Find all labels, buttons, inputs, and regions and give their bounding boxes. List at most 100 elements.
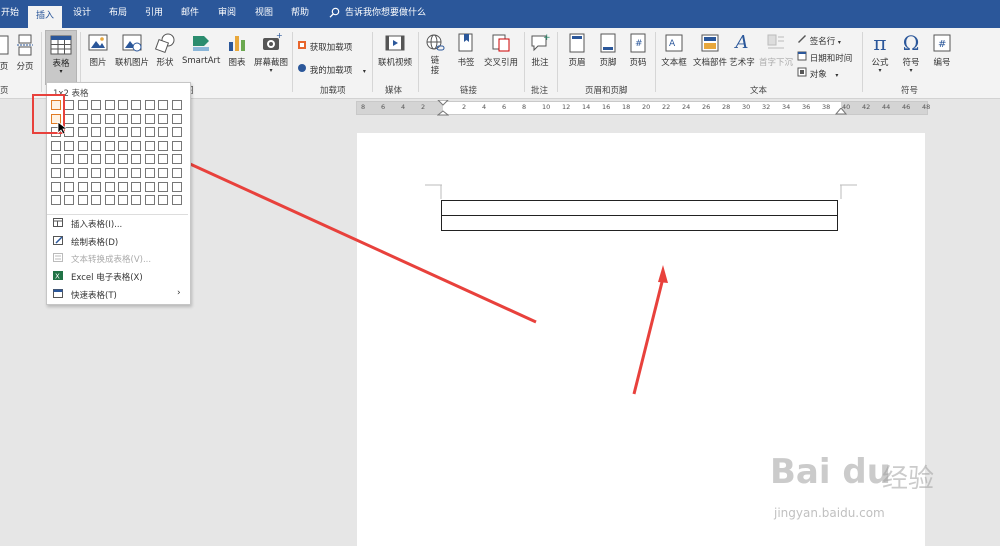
table-grid-cell[interactable]: [171, 181, 182, 192]
table-grid-cell[interactable]: [131, 168, 142, 178]
table-grid-cell[interactable]: [51, 195, 61, 206]
page-partial-button[interactable]: 页: [0, 32, 10, 72]
tab-insert[interactable]: 插入: [28, 6, 63, 28]
table-grid-cell[interactable]: [158, 181, 169, 192]
table-grid-cell[interactable]: [118, 100, 128, 110]
table-grid-cell[interactable]: [131, 127, 142, 138]
quick-tables-menu-item[interactable]: 快速表格(T) ›: [47, 286, 188, 302]
tab-design[interactable]: 设计: [73, 7, 91, 19]
table-grid-cell[interactable]: [158, 100, 169, 110]
table-grid-cell[interactable]: [131, 113, 142, 124]
table-grid-cell[interactable]: [91, 127, 102, 138]
new-comment-button[interactable]: + 批注: [528, 32, 552, 68]
right-indent-marker-icon[interactable]: [835, 108, 847, 116]
table-button[interactable]: 表格 ▾: [45, 30, 77, 85]
table-grid-cell[interactable]: [118, 113, 128, 124]
table-grid-cell[interactable]: [171, 140, 182, 151]
table-grid-cell[interactable]: [144, 127, 155, 138]
table-grid-picker[interactable]: [51, 100, 187, 212]
table-grid-cell[interactable]: [144, 181, 155, 192]
table-grid-cell[interactable]: [64, 154, 75, 165]
table-grid-cell[interactable]: [51, 181, 61, 192]
table-grid-cell[interactable]: [64, 168, 75, 178]
table-grid-cell[interactable]: [51, 140, 61, 151]
table-grid-cell[interactable]: [91, 181, 102, 192]
tab-layout[interactable]: 布局: [109, 7, 127, 19]
inserted-table[interactable]: [441, 200, 838, 231]
table-grid-cell[interactable]: [144, 168, 155, 178]
bookmark-button[interactable]: 书签: [454, 32, 478, 68]
table-grid-cell[interactable]: [77, 113, 88, 124]
header-button[interactable]: 页眉: [565, 32, 589, 68]
table-grid-cell[interactable]: [131, 195, 142, 206]
table-grid-cell[interactable]: [118, 181, 128, 192]
dropcap-button[interactable]: 首字下沉: [758, 32, 794, 68]
table-grid-cell[interactable]: [51, 168, 61, 178]
convert-text-to-table-menu-item[interactable]: 文本转换成表格(V)...: [47, 250, 188, 266]
table-grid-cell[interactable]: [171, 113, 182, 124]
link-button[interactable]: 链接: [423, 32, 447, 76]
page-number-button[interactable]: # 页码: [626, 32, 650, 68]
wordart-button[interactable]: A 艺术字: [728, 32, 756, 68]
table-grid-cell[interactable]: [131, 140, 142, 151]
tell-me-box[interactable]: 告诉我你想要做什么: [345, 7, 426, 19]
table-grid-cell[interactable]: [91, 113, 102, 124]
tell-me-search-icon[interactable]: [329, 7, 340, 22]
table-grid-cell[interactable]: [158, 127, 169, 138]
number-button[interactable]: # 编号: [929, 32, 955, 68]
tab-help[interactable]: 帮助: [291, 7, 309, 19]
table-grid-cell[interactable]: [104, 100, 115, 110]
table-grid-cell[interactable]: [171, 154, 182, 165]
table-grid-cell[interactable]: [91, 195, 102, 206]
excel-spreadsheet-menu-item[interactable]: X Excel 电子表格(X): [47, 268, 188, 284]
tab-mailings[interactable]: 邮件: [181, 7, 199, 19]
table-grid-cell[interactable]: [118, 140, 128, 151]
table-grid-cell[interactable]: [64, 195, 75, 206]
table-grid-cell[interactable]: [91, 140, 102, 151]
table-grid-cell[interactable]: [171, 127, 182, 138]
shapes-button[interactable]: 形状: [154, 32, 176, 68]
table-grid-cell[interactable]: [144, 140, 155, 151]
equation-button[interactable]: π 公式 ▾: [866, 32, 894, 74]
tab-home[interactable]: 开始: [1, 7, 19, 19]
table-grid-cell[interactable]: [104, 154, 115, 165]
indent-marker-icon[interactable]: [437, 100, 449, 118]
table-grid-cell[interactable]: [158, 195, 169, 206]
screenshot-button[interactable]: + 屏幕截图 ▾: [252, 31, 290, 74]
table-grid-cell[interactable]: [171, 100, 182, 110]
table-grid-cell[interactable]: [77, 195, 88, 206]
table-grid-cell[interactable]: [104, 195, 115, 206]
signature-line-button[interactable]: 签名行 ▾: [797, 34, 841, 47]
table-grid-cell[interactable]: [144, 195, 155, 206]
table-grid-cell[interactable]: [144, 100, 155, 110]
table-row[interactable]: [442, 216, 837, 231]
quick-parts-button[interactable]: 文档部件: [692, 32, 728, 68]
table-grid-cell[interactable]: [77, 140, 88, 151]
table-grid-cell[interactable]: [64, 140, 75, 151]
smartart-button[interactable]: SmartArt: [182, 32, 220, 66]
table-grid-cell[interactable]: [104, 168, 115, 178]
table-grid-cell[interactable]: [77, 154, 88, 165]
insert-table-menu-item[interactable]: 插入表格(I)...: [47, 215, 188, 231]
table-grid-cell[interactable]: [64, 181, 75, 192]
tab-references[interactable]: 引用: [145, 7, 163, 19]
table-grid-cell[interactable]: [118, 127, 128, 138]
chart-button[interactable]: 图表: [226, 32, 248, 68]
cross-reference-button[interactable]: 交叉引用: [482, 32, 520, 68]
table-grid-cell[interactable]: [64, 100, 75, 110]
table-grid-cell[interactable]: [131, 154, 142, 165]
table-grid-cell[interactable]: [77, 100, 88, 110]
horizontal-ruler[interactable]: 8 6 4 2 2 4 6 8 10 12 14 16 18 20 22 24 26 28 30 32 34 36 38 40…: [356, 100, 930, 118]
table-grid-cell[interactable]: [91, 100, 102, 110]
textbox-button[interactable]: A 文本框: [659, 32, 689, 68]
symbol-button[interactable]: Ω 符号 ▾: [897, 32, 925, 74]
pictures-button[interactable]: 图片: [86, 32, 110, 68]
table-grid-cell[interactable]: [51, 100, 61, 110]
table-grid-cell[interactable]: [104, 113, 115, 124]
object-button[interactable]: 对象 ▾: [797, 67, 838, 80]
table-grid-cell[interactable]: [118, 195, 128, 206]
table-grid-cell[interactable]: [77, 168, 88, 178]
table-grid-cell[interactable]: [131, 100, 142, 110]
table-grid-cell[interactable]: [51, 154, 61, 165]
table-grid-cell[interactable]: [171, 168, 182, 178]
